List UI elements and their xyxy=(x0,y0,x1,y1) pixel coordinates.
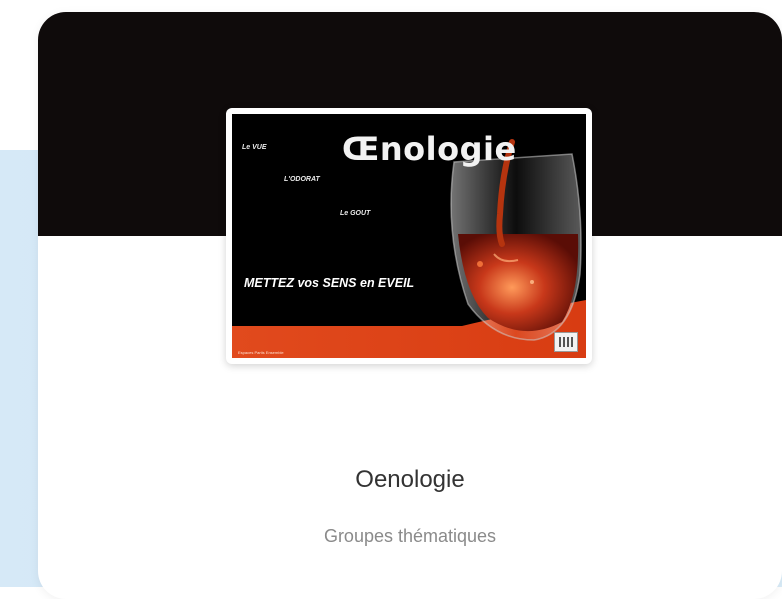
poster-line-gout: Le GOUT xyxy=(340,210,371,217)
poster-tagline: METTEZ vos SENS en EVEIL xyxy=(244,276,415,290)
poster-line-odorat: L'ODORAT xyxy=(284,176,320,183)
group-title[interactable]: Oenologie xyxy=(38,466,782,494)
poster-footer: Espaces Partis Ensemble xyxy=(238,350,284,355)
group-category: Groupes thématiques xyxy=(323,526,497,546)
poster-title: Œnologie xyxy=(342,130,517,168)
poster-image: Œnologie Le VUE L'ODORAT Le GOUT METTEZ … xyxy=(232,114,586,358)
qr-code-icon xyxy=(554,332,578,352)
poster-line-vue: Le VUE xyxy=(242,144,267,151)
group-card[interactable]: Œnologie Le VUE L'ODORAT Le GOUT METTEZ … xyxy=(38,12,782,599)
group-thumbnail[interactable]: Œnologie Le VUE L'ODORAT Le GOUT METTEZ … xyxy=(226,108,592,364)
